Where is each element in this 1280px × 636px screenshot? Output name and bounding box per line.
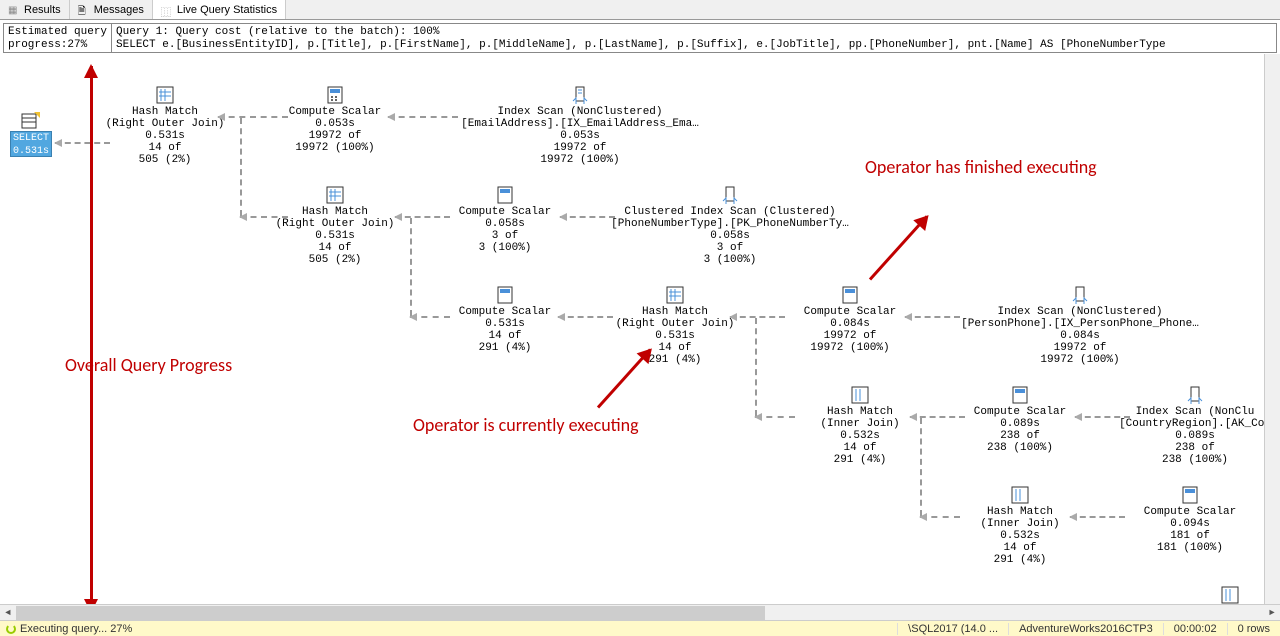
compute-scalar-icon bbox=[326, 86, 344, 104]
status-time: 00:00:02 bbox=[1163, 623, 1227, 635]
hash-match-icon bbox=[1011, 486, 1029, 504]
clustered-index-scan-icon bbox=[721, 186, 739, 204]
hash-match-icon bbox=[156, 86, 174, 104]
stats-icon bbox=[161, 4, 173, 16]
select-operator[interactable]: SELECT 0.531s bbox=[10, 131, 52, 157]
hash-match-icon bbox=[666, 286, 684, 304]
tab-results[interactable]: Results bbox=[0, 0, 70, 19]
op-compute-scalar-3[interactable]: Compute Scalar 0.531s 14 of 291 (4%) bbox=[415, 286, 595, 354]
op-hash-match-4[interactable]: Hash Match (Inner Join) 0.532s 14 of 291… bbox=[770, 386, 950, 466]
scroll-track[interactable] bbox=[16, 606, 1264, 620]
hash-match-icon bbox=[326, 186, 344, 204]
tab-label: Live Query Statistics bbox=[177, 4, 277, 16]
op-clustered-index-scan[interactable]: Clustered Index Scan (Clustered) [PhoneN… bbox=[610, 186, 850, 266]
status-bar: Executing query... 27% \SQL2017 (14.0 ..… bbox=[0, 620, 1280, 636]
flow-arrow bbox=[920, 418, 922, 516]
execution-plan-canvas[interactable]: SELECT 0.531s Hash Match (Right Outer Jo… bbox=[0, 56, 1280, 608]
tab-messages[interactable]: Messages bbox=[70, 0, 153, 19]
index-scan-icon bbox=[1071, 286, 1089, 304]
spinner-icon bbox=[6, 624, 16, 634]
index-scan-icon bbox=[571, 86, 589, 104]
compute-scalar-icon bbox=[496, 186, 514, 204]
op-index-scan-1[interactable]: Index Scan (NonClustered) [EmailAddress]… bbox=[460, 86, 700, 166]
query-text: Query 1: Query cost (relative to the bat… bbox=[112, 24, 1276, 52]
op-compute-scalar-6[interactable]: Compute Scalar 0.094s 181 of 181 (100%) bbox=[1100, 486, 1280, 554]
select-icon bbox=[20, 112, 40, 132]
flow-arrow bbox=[240, 118, 242, 216]
op-hash-match-2[interactable]: Hash Match (Right Outer Join) 0.531s 14 … bbox=[245, 186, 425, 266]
annotation-finished: Operator has finished executing bbox=[865, 156, 1097, 178]
op-hash-match-1[interactable]: Hash Match (Right Outer Join) 0.531s 14 … bbox=[75, 86, 255, 166]
compute-scalar-icon bbox=[1011, 386, 1029, 404]
compute-scalar-icon bbox=[841, 286, 859, 304]
flow-arrow bbox=[755, 318, 757, 416]
red-double-arrow-icon bbox=[90, 66, 93, 608]
messages-icon bbox=[78, 4, 90, 16]
scroll-right-button[interactable]: ► bbox=[1264, 606, 1280, 620]
op-compute-scalar-2[interactable]: Compute Scalar 0.058s 3 of 3 (100%) bbox=[415, 186, 595, 254]
flow-arrow bbox=[410, 218, 412, 316]
select-time: 0.531s bbox=[11, 145, 51, 158]
hash-match-icon bbox=[851, 386, 869, 404]
op-compute-scalar-5[interactable]: Compute Scalar 0.089s 238 of 238 (100%) bbox=[930, 386, 1110, 454]
estimated-progress: Estimated query progress:27% bbox=[4, 24, 112, 52]
result-tabs: Results Messages Live Query Statistics bbox=[0, 0, 1280, 20]
horizontal-scrollbar[interactable]: ◄ ► bbox=[0, 604, 1280, 620]
compute-scalar-icon bbox=[496, 286, 514, 304]
op-compute-scalar-4[interactable]: Compute Scalar 0.084s 19972 of 19972 (10… bbox=[760, 286, 940, 354]
compute-scalar-icon bbox=[1181, 486, 1199, 504]
select-label: SELECT bbox=[11, 132, 51, 145]
scroll-thumb[interactable] bbox=[16, 606, 765, 620]
red-arrow-icon bbox=[869, 215, 928, 280]
status-db: AdventureWorks2016CTP3 bbox=[1008, 623, 1163, 635]
status-rows: 0 rows bbox=[1227, 623, 1280, 635]
tab-label: Messages bbox=[94, 4, 144, 16]
op-index-scan-3[interactable]: Index Scan (NonClu [CountryRegion].[AK_C… bbox=[1110, 386, 1280, 466]
op-index-scan-2[interactable]: Index Scan (NonClustered) [PersonPhone].… bbox=[960, 286, 1200, 366]
index-scan-icon bbox=[1186, 386, 1204, 404]
op-hash-match-3[interactable]: Hash Match (Right Outer Join) 0.531s 14 … bbox=[585, 286, 765, 366]
flow-arrow bbox=[905, 316, 960, 318]
tab-live-stats[interactable]: Live Query Statistics bbox=[153, 0, 286, 19]
scroll-left-button[interactable]: ◄ bbox=[0, 606, 16, 620]
status-exec: Executing query... 27% bbox=[20, 623, 132, 635]
op-hash-match-5[interactable]: Hash Match (Inner Join) 0.532s 14 of 291… bbox=[930, 486, 1110, 566]
annotation-current: Operator is currently executing bbox=[413, 414, 639, 436]
op-compute-scalar-1[interactable]: Compute Scalar 0.053s 19972 of 19972 (10… bbox=[245, 86, 425, 154]
tab-label: Results bbox=[24, 4, 61, 16]
query-header: Estimated query progress:27% Query 1: Qu… bbox=[3, 23, 1277, 53]
flow-arrow bbox=[388, 116, 458, 118]
status-server: \SQL2017 (14.0 ... bbox=[897, 623, 1008, 635]
vertical-scrollbar[interactable] bbox=[1264, 54, 1280, 604]
grid-icon bbox=[8, 4, 20, 16]
hash-match-icon bbox=[1221, 586, 1239, 604]
flow-arrow bbox=[560, 216, 615, 218]
